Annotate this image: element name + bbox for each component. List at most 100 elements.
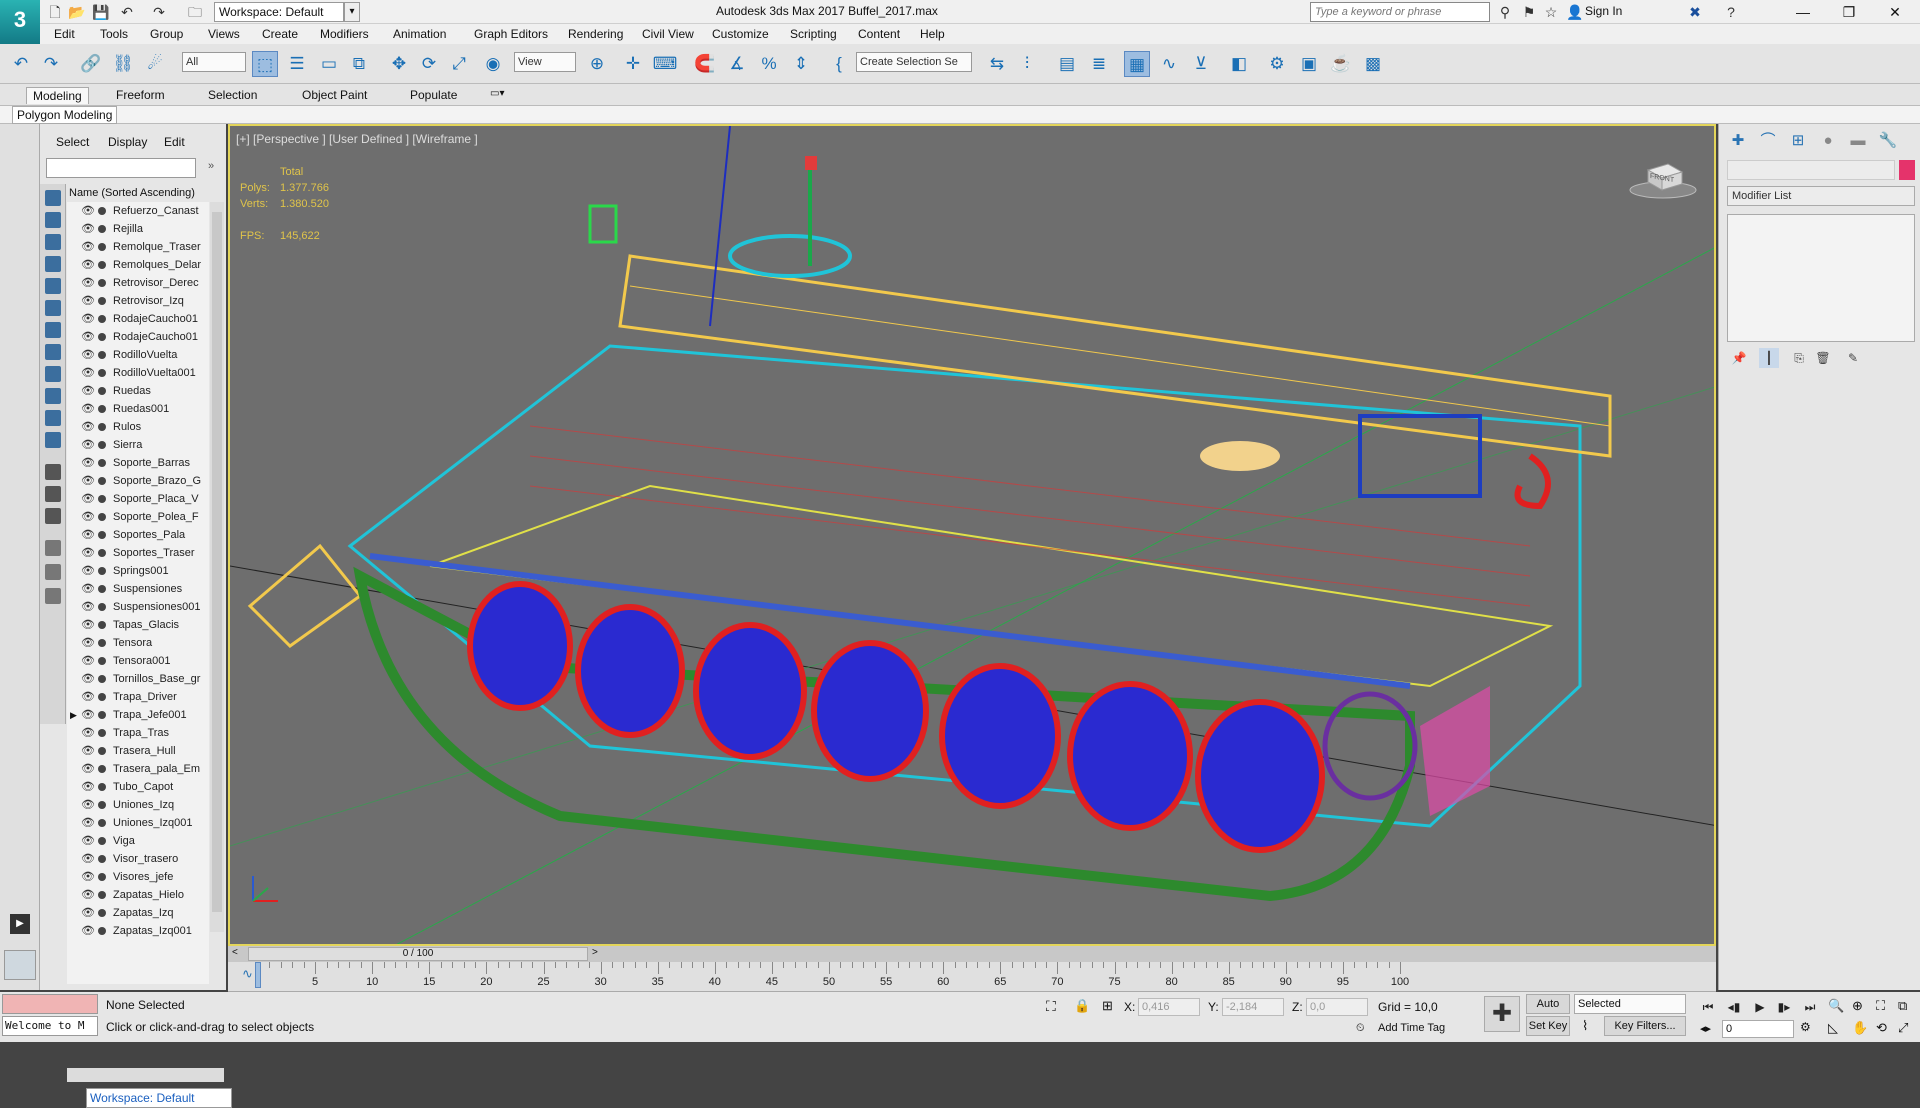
visibility-eye-icon[interactable]: 👁	[81, 652, 95, 670]
visibility-eye-icon[interactable]: 👁	[81, 364, 95, 382]
freeze-toggle-icon[interactable]	[98, 261, 106, 269]
pin-stack-icon[interactable]: 📌	[1729, 348, 1749, 368]
goto-start-icon[interactable]: ⏮	[1698, 998, 1718, 1016]
freeze-toggle-icon[interactable]	[98, 693, 106, 701]
new-file-icon[interactable]: 🗋	[46, 3, 64, 21]
freeze-toggle-icon[interactable]	[98, 207, 106, 215]
list-item[interactable]: 👁 Refuerzo_Canast	[67, 202, 209, 220]
list-item[interactable]: 👁 Retrovisor_Derec	[67, 274, 209, 292]
list-item[interactable]: 👁 RodajeCaucho01	[67, 328, 209, 346]
list-item[interactable]: 👁 Remolques_Delar	[67, 256, 209, 274]
menu-modifiers[interactable]: Modifiers	[320, 27, 369, 41]
list-item[interactable]: 👁 RodilloVuelta001	[67, 364, 209, 382]
list-item[interactable]: 👁 Trapa_Tras	[67, 724, 209, 742]
freeze-toggle-icon[interactable]	[98, 513, 106, 521]
list-item[interactable]: 👁 Tensora001	[67, 652, 209, 670]
visibility-eye-icon[interactable]: 👁	[81, 454, 95, 472]
isolate-selection-icon[interactable]: ⛶	[1046, 998, 1056, 1015]
freeze-toggle-icon[interactable]	[98, 423, 106, 431]
polygon-modeling-panel[interactable]: Polygon Modeling	[12, 106, 118, 124]
freeze-toggle-icon[interactable]	[98, 369, 106, 377]
menu-group[interactable]: Group	[150, 27, 183, 41]
maxscript-mini-listener[interactable]: Welcome to M	[2, 1016, 98, 1036]
freeze-toggle-icon[interactable]	[98, 243, 106, 251]
sign-in-link[interactable]: Sign In	[1585, 4, 1622, 18]
freeze-toggle-icon[interactable]	[98, 801, 106, 809]
display-all-icon[interactable]	[45, 464, 61, 480]
goto-end-icon[interactable]: ⏭	[1800, 998, 1820, 1016]
chevron-down-icon[interactable]: ▾	[344, 2, 360, 22]
freeze-toggle-icon[interactable]	[98, 819, 106, 827]
list-item[interactable]: 👁 Soportes_Traser	[67, 544, 209, 562]
list-scrollbar-thumb[interactable]	[212, 212, 222, 912]
help-icon[interactable]: ?	[1722, 3, 1740, 21]
open-file-icon[interactable]: 📂	[68, 3, 86, 21]
list-item[interactable]: 👁 Rejilla	[67, 220, 209, 238]
list-item[interactable]: 👁 Remolque_Traser	[67, 238, 209, 256]
zoom-all-icon[interactable]: ⊕	[1852, 998, 1863, 1014]
play-layout-icon[interactable]: ▶	[10, 914, 30, 934]
maximize-viewport-icon[interactable]: ⤢	[1898, 1020, 1908, 1036]
list-item[interactable]: 👁 Soporte_Barras	[67, 454, 209, 472]
rotate-icon[interactable]: ⟳	[416, 51, 442, 77]
group-filter-icon[interactable]	[45, 322, 61, 338]
key-mode-dropdown[interactable]: Selected	[1574, 994, 1686, 1014]
visibility-eye-icon[interactable]: 👁	[81, 472, 95, 490]
freeze-toggle-icon[interactable]	[98, 315, 106, 323]
list-item[interactable]: 👁 Viga	[67, 832, 209, 850]
undo-icon[interactable]: ↶	[8, 51, 34, 77]
show-end-result-icon[interactable]: ┃	[1759, 348, 1779, 368]
visibility-eye-icon[interactable]: 👁	[81, 868, 95, 886]
visibility-eye-icon[interactable]: 👁	[81, 688, 95, 706]
curve-editor-icon[interactable]: ∿	[1156, 51, 1182, 77]
create-tab-icon[interactable]: ✚	[1725, 130, 1751, 152]
binoculars-icon[interactable]: ⚲	[1496, 3, 1514, 21]
maxscript-listener[interactable]	[2, 994, 98, 1014]
hierarchy-tab-icon[interactable]: ⊞	[1785, 130, 1811, 152]
unlink-icon[interactable]: ⛓	[110, 51, 136, 77]
time-slider-next-icon[interactable]: >	[592, 947, 598, 958]
restore-button[interactable]: ❐	[1826, 0, 1872, 24]
freeze-toggle-icon[interactable]	[98, 729, 106, 737]
key-filters-button[interactable]: Key Filters...	[1604, 1016, 1686, 1036]
menu-create[interactable]: Create	[262, 27, 298, 41]
select-by-name-icon[interactable]: ☰	[284, 51, 310, 77]
menu-rendering[interactable]: Rendering	[568, 27, 623, 41]
zoom-icon[interactable]: 🔍	[1828, 998, 1844, 1014]
move-icon[interactable]: ✥	[386, 51, 412, 77]
visibility-eye-icon[interactable]: 👁	[81, 886, 95, 904]
visibility-eye-icon[interactable]: 👁	[81, 760, 95, 778]
angle-snap-icon[interactable]: ∡	[724, 51, 750, 77]
rendered-frame-icon[interactable]: ▣	[1296, 51, 1322, 77]
list-item[interactable]: 👁 Soporte_Brazo_G	[67, 472, 209, 490]
freeze-toggle-icon[interactable]	[98, 747, 106, 755]
add-time-tag-button[interactable]: Add Time Tag	[1378, 1022, 1445, 1034]
freeze-toggle-icon[interactable]	[98, 387, 106, 395]
list-item[interactable]: 👁 Uniones_Izq	[67, 796, 209, 814]
star-icon[interactable]: ☆	[1542, 3, 1560, 21]
sync-selection-icon[interactable]	[45, 540, 61, 556]
schematic-view-icon[interactable]: ⊻	[1188, 51, 1214, 77]
list-item[interactable]: 👁 Soporte_Polea_F	[67, 508, 209, 526]
visibility-eye-icon[interactable]: 👁	[81, 922, 95, 940]
tab-populate[interactable]: Populate	[404, 87, 463, 103]
freeze-toggle-icon[interactable]	[98, 585, 106, 593]
minimize-button[interactable]: —	[1780, 0, 1826, 24]
explorer-search-input[interactable]	[46, 158, 196, 178]
named-selection-dropdown[interactable]: Create Selection Se	[856, 52, 972, 72]
align-icon[interactable]: ⫶	[1014, 51, 1040, 77]
double-chevron-icon[interactable]: »	[208, 160, 214, 172]
tab-modeling[interactable]: Modeling	[26, 87, 89, 104]
freeze-toggle-icon[interactable]	[98, 621, 106, 629]
selection-filter-dropdown[interactable]: All	[182, 52, 246, 72]
pan-icon[interactable]: ✋	[1852, 1020, 1868, 1036]
menu-scripting[interactable]: Scripting	[790, 27, 837, 41]
menu-views[interactable]: Views	[208, 27, 240, 41]
menu-customize[interactable]: Customize	[712, 27, 769, 41]
visibility-eye-icon[interactable]: 👁	[81, 670, 95, 688]
app-logo[interactable]: 3	[0, 0, 40, 44]
visibility-eye-icon[interactable]: 👁	[81, 346, 95, 364]
visibility-eye-icon[interactable]: 👁	[81, 724, 95, 742]
freeze-toggle-icon[interactable]	[98, 297, 106, 305]
set-keys-big-icon[interactable]: ✚	[1484, 996, 1520, 1032]
